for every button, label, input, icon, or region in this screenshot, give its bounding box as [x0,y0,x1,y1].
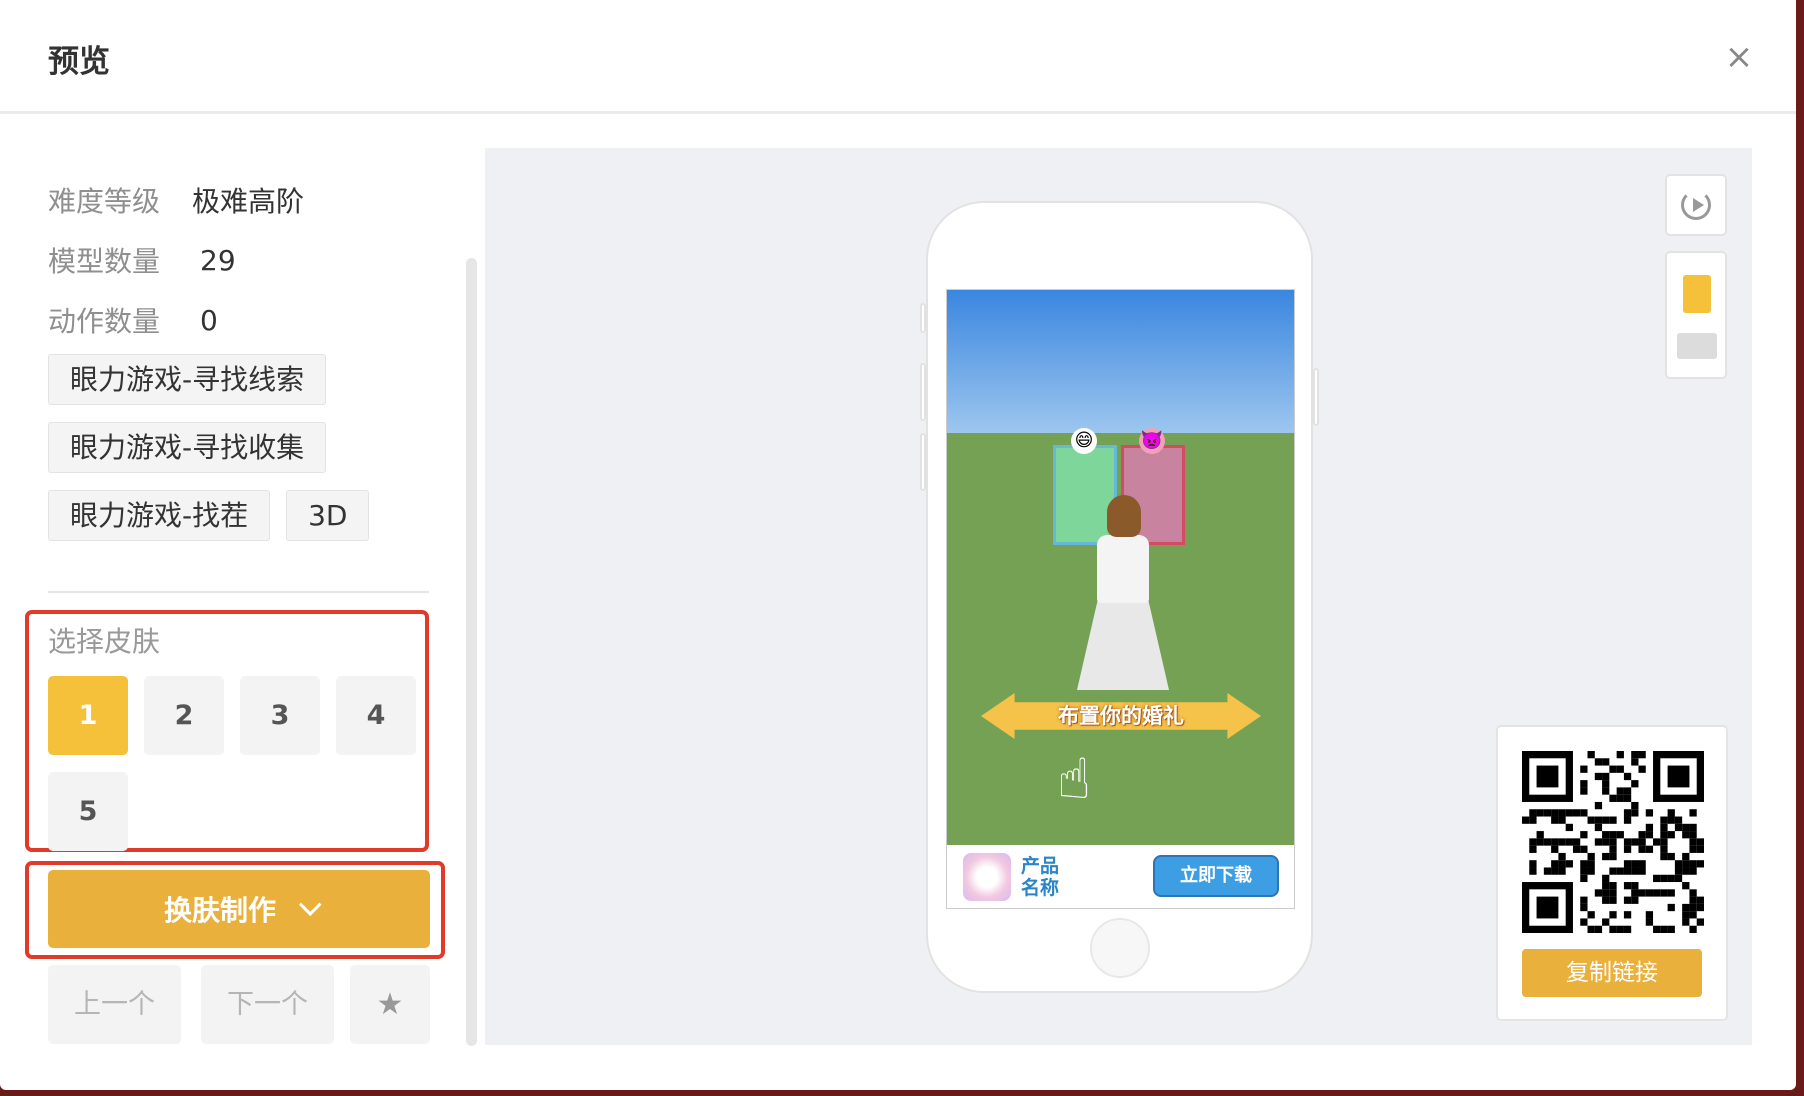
tag-list: 眼力游戏-寻找线索 眼力游戏-寻找收集 眼力游戏-找茬 3D [48,354,448,558]
landscape-device-icon[interactable] [1677,333,1717,359]
ad-download-button[interactable]: 立即下载 [1153,855,1279,897]
next-button[interactable]: 下一个 [201,965,334,1044]
close-icon[interactable]: × [1722,40,1756,74]
modal-title: 预览 [48,44,110,80]
phone-volume-up-button [920,363,926,421]
reskin-button-label: 换肤制作 [163,894,276,927]
replay-button[interactable] [1665,174,1727,236]
chevron-down-icon [298,893,322,917]
copy-link-button[interactable]: 复制链接 [1522,949,1702,997]
tag: 眼力游戏-找茬 [48,490,271,541]
character-head [1107,495,1141,537]
phone-home-button [1090,918,1150,978]
difficulty-value: 极难高阶 [192,185,305,218]
tag: 眼力游戏-寻找收集 [48,422,327,473]
models-row: 模型数量 29 [48,230,438,290]
skin-option-5[interactable]: 5 [48,772,128,851]
phone-power-button [1313,368,1319,426]
skin-section-title: 选择皮肤 [48,625,161,658]
smile-emoji-icon: 😄 [1071,428,1097,454]
actions-value: 0 [200,303,218,337]
skin-option-3[interactable]: 3 [240,676,320,755]
character-body [1097,535,1149,603]
prev-button[interactable]: 上一个 [48,965,181,1044]
divider [48,591,429,593]
swipe-banner-text: 布置你的婚礼 [1058,704,1184,728]
reskin-button[interactable]: 换肤制作 [48,870,430,948]
phone-frame: 😄 👿 布置你的婚礼 ☝ 产品名称 立即下载 [920,201,1319,993]
qr-code [1522,751,1704,933]
info-panel: 难度等级 极难高阶 模型数量 29 动作数量 0 眼力游戏-寻找线索 眼力游戏-… [48,170,438,558]
phone-volume-down-button [920,433,926,491]
skin-option-2[interactable]: 2 [144,676,224,755]
game-sky [947,290,1294,433]
tag: 眼力游戏-寻找线索 [48,354,327,405]
ad-product-name: 产品名称 [1021,855,1060,899]
ad-bar: 产品名称 立即下载 [947,845,1294,908]
actions-row: 动作数量 0 [48,290,438,350]
devil-emoji-icon: 👿 [1139,428,1165,454]
preview-modal: 预览 × 难度等级 极难高阶 模型数量 29 动作数量 0 眼力游戏-寻找线索 … [0,0,1796,1090]
qr-card: 复制链接 [1496,725,1728,1021]
phone-mute-button [920,303,926,333]
tag: 3D [286,490,370,541]
favorite-star-icon[interactable]: ★ [350,965,430,1044]
difficulty-label: 难度等级 [48,185,161,218]
preview-area: 😄 👿 布置你的婚礼 ☝ 产品名称 立即下载 复制链接 [485,148,1752,1045]
skin-option-1[interactable]: 1 [48,676,128,755]
left-scrollbar[interactable] [466,258,477,1046]
modal-header: 预览 × [0,0,1796,114]
models-label: 模型数量 [48,245,161,278]
game-screen[interactable]: 😄 👿 布置你的婚礼 ☝ 产品名称 立即下载 [946,289,1295,909]
difficulty-row: 难度等级 极难高阶 [48,170,438,230]
play-icon [1693,198,1704,212]
product-logo-icon [963,853,1011,901]
portrait-device-icon[interactable] [1683,275,1711,313]
pointing-hand-icon: ☝ [1057,747,1092,812]
models-value: 29 [200,243,236,277]
device-orientation-toggle [1665,251,1727,379]
actions-label: 动作数量 [48,305,161,338]
skin-option-4[interactable]: 4 [336,676,416,755]
